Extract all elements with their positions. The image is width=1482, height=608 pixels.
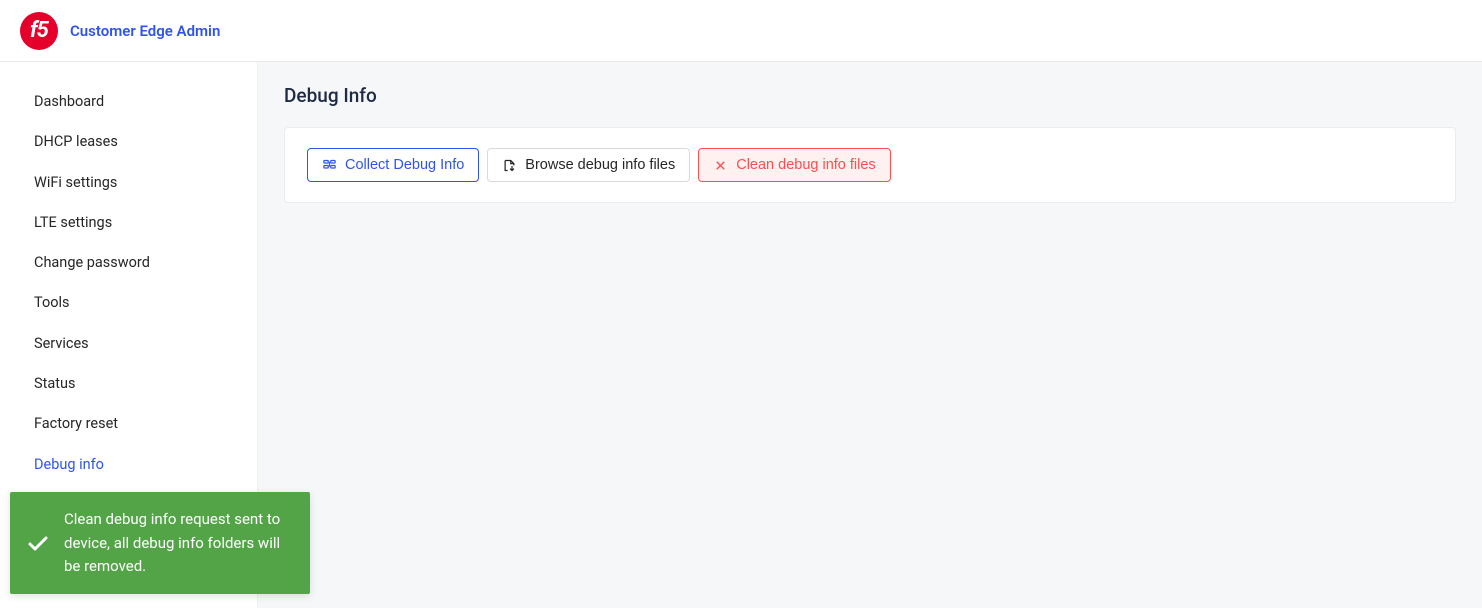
sidebar-item-label: Tools [34, 294, 70, 311]
collect-debug-info-button[interactable]: Collect Debug Info [307, 148, 479, 182]
sidebar-item-dashboard[interactable]: Dashboard [0, 82, 257, 122]
app-title: Customer Edge Admin [70, 22, 220, 40]
browse-icon [502, 158, 517, 173]
checkmark-icon [26, 531, 50, 555]
page-title: Debug Info [284, 84, 1456, 107]
sidebar-item-debug-info[interactable]: Debug info [0, 445, 257, 485]
close-icon [713, 158, 728, 173]
sidebar-item-factory-reset[interactable]: Factory reset [0, 404, 257, 444]
sidebar-item-label: LTE settings [34, 214, 112, 231]
sidebar-item-label: Debug info [34, 456, 104, 473]
clean-debug-info-button[interactable]: Clean debug info files [698, 148, 890, 182]
sidebar-item-label: Factory reset [34, 415, 118, 432]
main-content: Debug Info Collect Debug Info [258, 62, 1482, 608]
button-label: Browse debug info files [525, 157, 675, 173]
success-toast: Clean debug info request sent to device,… [10, 492, 310, 594]
brand-logo-text: f5 [30, 18, 48, 43]
sidebar-item-label: Services [34, 335, 89, 352]
sidebar-item-label: Dashboard [34, 93, 104, 110]
sidebar-item-label: Status [34, 375, 75, 392]
sidebar-item-label: DHCP leases [34, 133, 118, 150]
button-row: Collect Debug Info Browse debug info fil… [307, 148, 1433, 182]
actions-card: Collect Debug Info Browse debug info fil… [284, 127, 1456, 203]
sidebar-item-wifi-settings[interactable]: WiFi settings [0, 163, 257, 203]
sidebar-item-label: Change password [34, 254, 150, 271]
brand-logo: f5 [20, 12, 58, 50]
sidebar-item-dhcp-leases[interactable]: DHCP leases [0, 122, 257, 162]
sidebar-item-lte-settings[interactable]: LTE settings [0, 203, 257, 243]
sidebar-item-tools[interactable]: Tools [0, 283, 257, 323]
collect-icon [322, 158, 337, 173]
browse-debug-info-button[interactable]: Browse debug info files [487, 148, 690, 182]
toast-message: Clean debug info request sent to device,… [64, 508, 292, 578]
sidebar-item-change-password[interactable]: Change password [0, 243, 257, 283]
button-label: Collect Debug Info [345, 157, 464, 173]
app-header: f5 Customer Edge Admin [0, 0, 1482, 62]
button-label: Clean debug info files [736, 157, 875, 173]
sidebar-item-status[interactable]: Status [0, 364, 257, 404]
sidebar-item-services[interactable]: Services [0, 324, 257, 364]
sidebar-item-label: WiFi settings [34, 174, 117, 191]
